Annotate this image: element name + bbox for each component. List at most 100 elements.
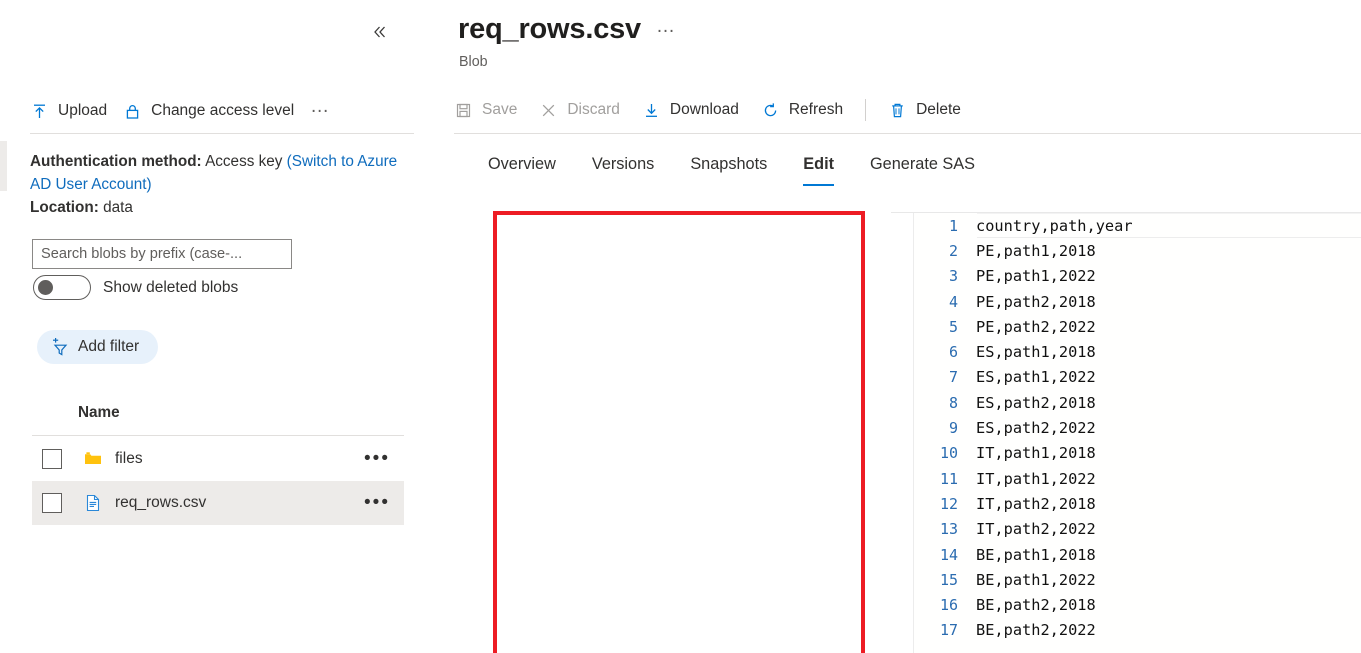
change-access-level-label: Change access level <box>151 102 295 119</box>
blob-name: req_rows.csv <box>115 494 207 511</box>
blob-container-panel: Upload Change access level … Authenticat… <box>0 0 421 653</box>
line-number: 17 <box>939 621 958 640</box>
line-number: 9 <box>948 419 958 438</box>
code-line[interactable]: 12 IT,path2,2018 <box>914 491 1361 516</box>
line-text: ES,path1,2022 <box>976 368 1096 387</box>
line-number: 6 <box>948 343 958 362</box>
refresh-button[interactable]: Refresh <box>761 95 843 125</box>
line-text: PE,path1,2018 <box>976 241 1096 260</box>
line-text: ES,path1,2018 <box>976 343 1096 362</box>
line-number: 8 <box>948 393 958 412</box>
row-checkbox[interactable] <box>42 449 62 469</box>
code-line[interactable]: 13 IT,path2,2022 <box>914 517 1361 542</box>
code-line[interactable]: 7 ES,path1,2022 <box>914 365 1361 390</box>
blob-name: files <box>115 450 143 467</box>
line-number: 1 <box>948 216 958 235</box>
tab-label: Snapshots <box>690 155 768 173</box>
line-text: BE,path2,2018 <box>976 596 1096 615</box>
line-number: 2 <box>948 241 958 260</box>
container-more-commands-button[interactable]: … <box>310 96 331 126</box>
blob-tabs: Overview Versions Snapshots Edit Generat… <box>454 155 993 186</box>
editor-lines[interactable]: 1 country,path,year 2 PE,path1,2018 3 PE,path… <box>914 213 1361 653</box>
authentication-method-label: Authentication method: <box>30 153 202 170</box>
row-more-menu[interactable]: ••• <box>364 449 390 468</box>
show-deleted-blobs-toggle[interactable] <box>33 275 91 300</box>
tab-overview[interactable]: Overview <box>454 155 574 186</box>
code-line[interactable]: 9 ES,path2,2022 <box>914 415 1361 440</box>
upload-icon <box>30 102 49 121</box>
code-line[interactable]: 8 ES,path2,2018 <box>914 390 1361 415</box>
save-button[interactable]: Save <box>454 95 517 125</box>
code-line[interactable]: 3 PE,path1,2022 <box>914 264 1361 289</box>
folder-icon <box>82 449 103 470</box>
row-checkbox[interactable] <box>42 493 62 513</box>
line-text: BE,path1,2022 <box>976 570 1096 589</box>
list-item[interactable]: files ••• <box>32 437 404 481</box>
authentication-info: Authentication method: Access key (Switc… <box>30 150 420 219</box>
upload-label: Upload <box>58 102 108 119</box>
line-number: 15 <box>939 570 958 589</box>
add-filter-icon <box>50 337 69 357</box>
discard-label: Discard <box>567 101 620 118</box>
refresh-label: Refresh <box>788 101 844 118</box>
location-label: Location: <box>30 199 99 216</box>
line-number: 3 <box>948 267 958 286</box>
tab-generate-sas[interactable]: Generate SAS <box>852 155 993 186</box>
csv-code-editor[interactable]: 1 country,path,year 2 PE,path1,2018 3 PE,path… <box>891 212 1361 653</box>
code-line[interactable]: 1 country,path,year <box>914 213 1361 239</box>
editor-left-rail <box>891 213 914 653</box>
more-icon: … <box>310 96 332 117</box>
toggle-knob <box>38 280 53 295</box>
line-number: 11 <box>939 469 958 488</box>
code-line[interactable]: 14 BE,path1,2018 <box>914 542 1361 567</box>
container-command-bar: Upload Change access level … <box>30 94 331 128</box>
search-blobs-input[interactable] <box>32 239 292 269</box>
code-line[interactable]: 4 PE,path2,2018 <box>914 289 1361 314</box>
save-label: Save <box>482 101 518 118</box>
download-button[interactable]: Download <box>642 95 739 125</box>
line-number: 7 <box>948 368 958 387</box>
code-line[interactable]: 15 BE,path1,2022 <box>914 567 1361 592</box>
line-number: 16 <box>939 596 958 615</box>
line-text: ES,path2,2022 <box>976 419 1096 438</box>
code-line[interactable]: 2 PE,path1,2018 <box>914 238 1361 263</box>
change-access-level-button[interactable]: Change access level <box>123 96 294 126</box>
row-more-menu[interactable]: ••• <box>364 493 390 512</box>
blob-detail-panel: req_rows.csv … Blob Save Discard Downloa… <box>421 0 1361 653</box>
tab-versions[interactable]: Versions <box>574 155 672 186</box>
code-line[interactable]: 17 BE,path2,2022 <box>914 618 1361 643</box>
list-item[interactable]: req_rows.csv ••• <box>32 481 404 525</box>
line-text: ES,path2,2018 <box>976 393 1096 412</box>
toolbar-divider <box>30 133 414 134</box>
discard-icon <box>539 101 558 120</box>
azure-blob-editor-page: Upload Change access level … Authenticat… <box>0 0 1361 653</box>
code-line[interactable]: 10 IT,path1,2018 <box>914 441 1361 466</box>
line-number: 5 <box>948 317 958 336</box>
line-text: PE,path1,2022 <box>976 267 1096 286</box>
line-text: BE,path1,2018 <box>976 545 1096 564</box>
download-label: Download <box>669 101 739 118</box>
code-line[interactable]: 5 PE,path2,2022 <box>914 314 1361 339</box>
delete-button[interactable]: Delete <box>888 95 961 125</box>
code-line[interactable]: 16 BE,path2,2018 <box>914 592 1361 617</box>
show-deleted-blobs-label: Show deleted blobs <box>103 278 239 296</box>
discard-button[interactable]: Discard <box>539 95 620 125</box>
show-deleted-blobs-row: Show deleted blobs <box>33 275 238 300</box>
add-filter-button[interactable]: Add filter <box>37 330 159 364</box>
line-text: IT,path2,2018 <box>976 494 1096 513</box>
name-column-header: Name <box>78 404 120 421</box>
title-more-menu[interactable]: … <box>656 17 677 36</box>
toolbar-separator <box>865 99 867 121</box>
code-line[interactable]: 6 ES,path1,2018 <box>914 339 1361 364</box>
chevron-double-left-icon[interactable] <box>366 18 394 46</box>
editor-container: 1 country,path,year 2 PE,path1,2018 3 PE,path… <box>891 212 1361 653</box>
save-icon <box>454 101 473 120</box>
line-text: IT,path2,2022 <box>976 520 1096 539</box>
line-number: 12 <box>939 494 958 513</box>
code-line[interactable]: 11 IT,path1,2022 <box>914 466 1361 491</box>
upload-button[interactable]: Upload <box>30 96 107 126</box>
tab-snapshots[interactable]: Snapshots <box>672 155 785 186</box>
tab-edit[interactable]: Edit <box>785 155 852 186</box>
line-number: 4 <box>948 292 958 311</box>
line-text: PE,path2,2022 <box>976 317 1096 336</box>
